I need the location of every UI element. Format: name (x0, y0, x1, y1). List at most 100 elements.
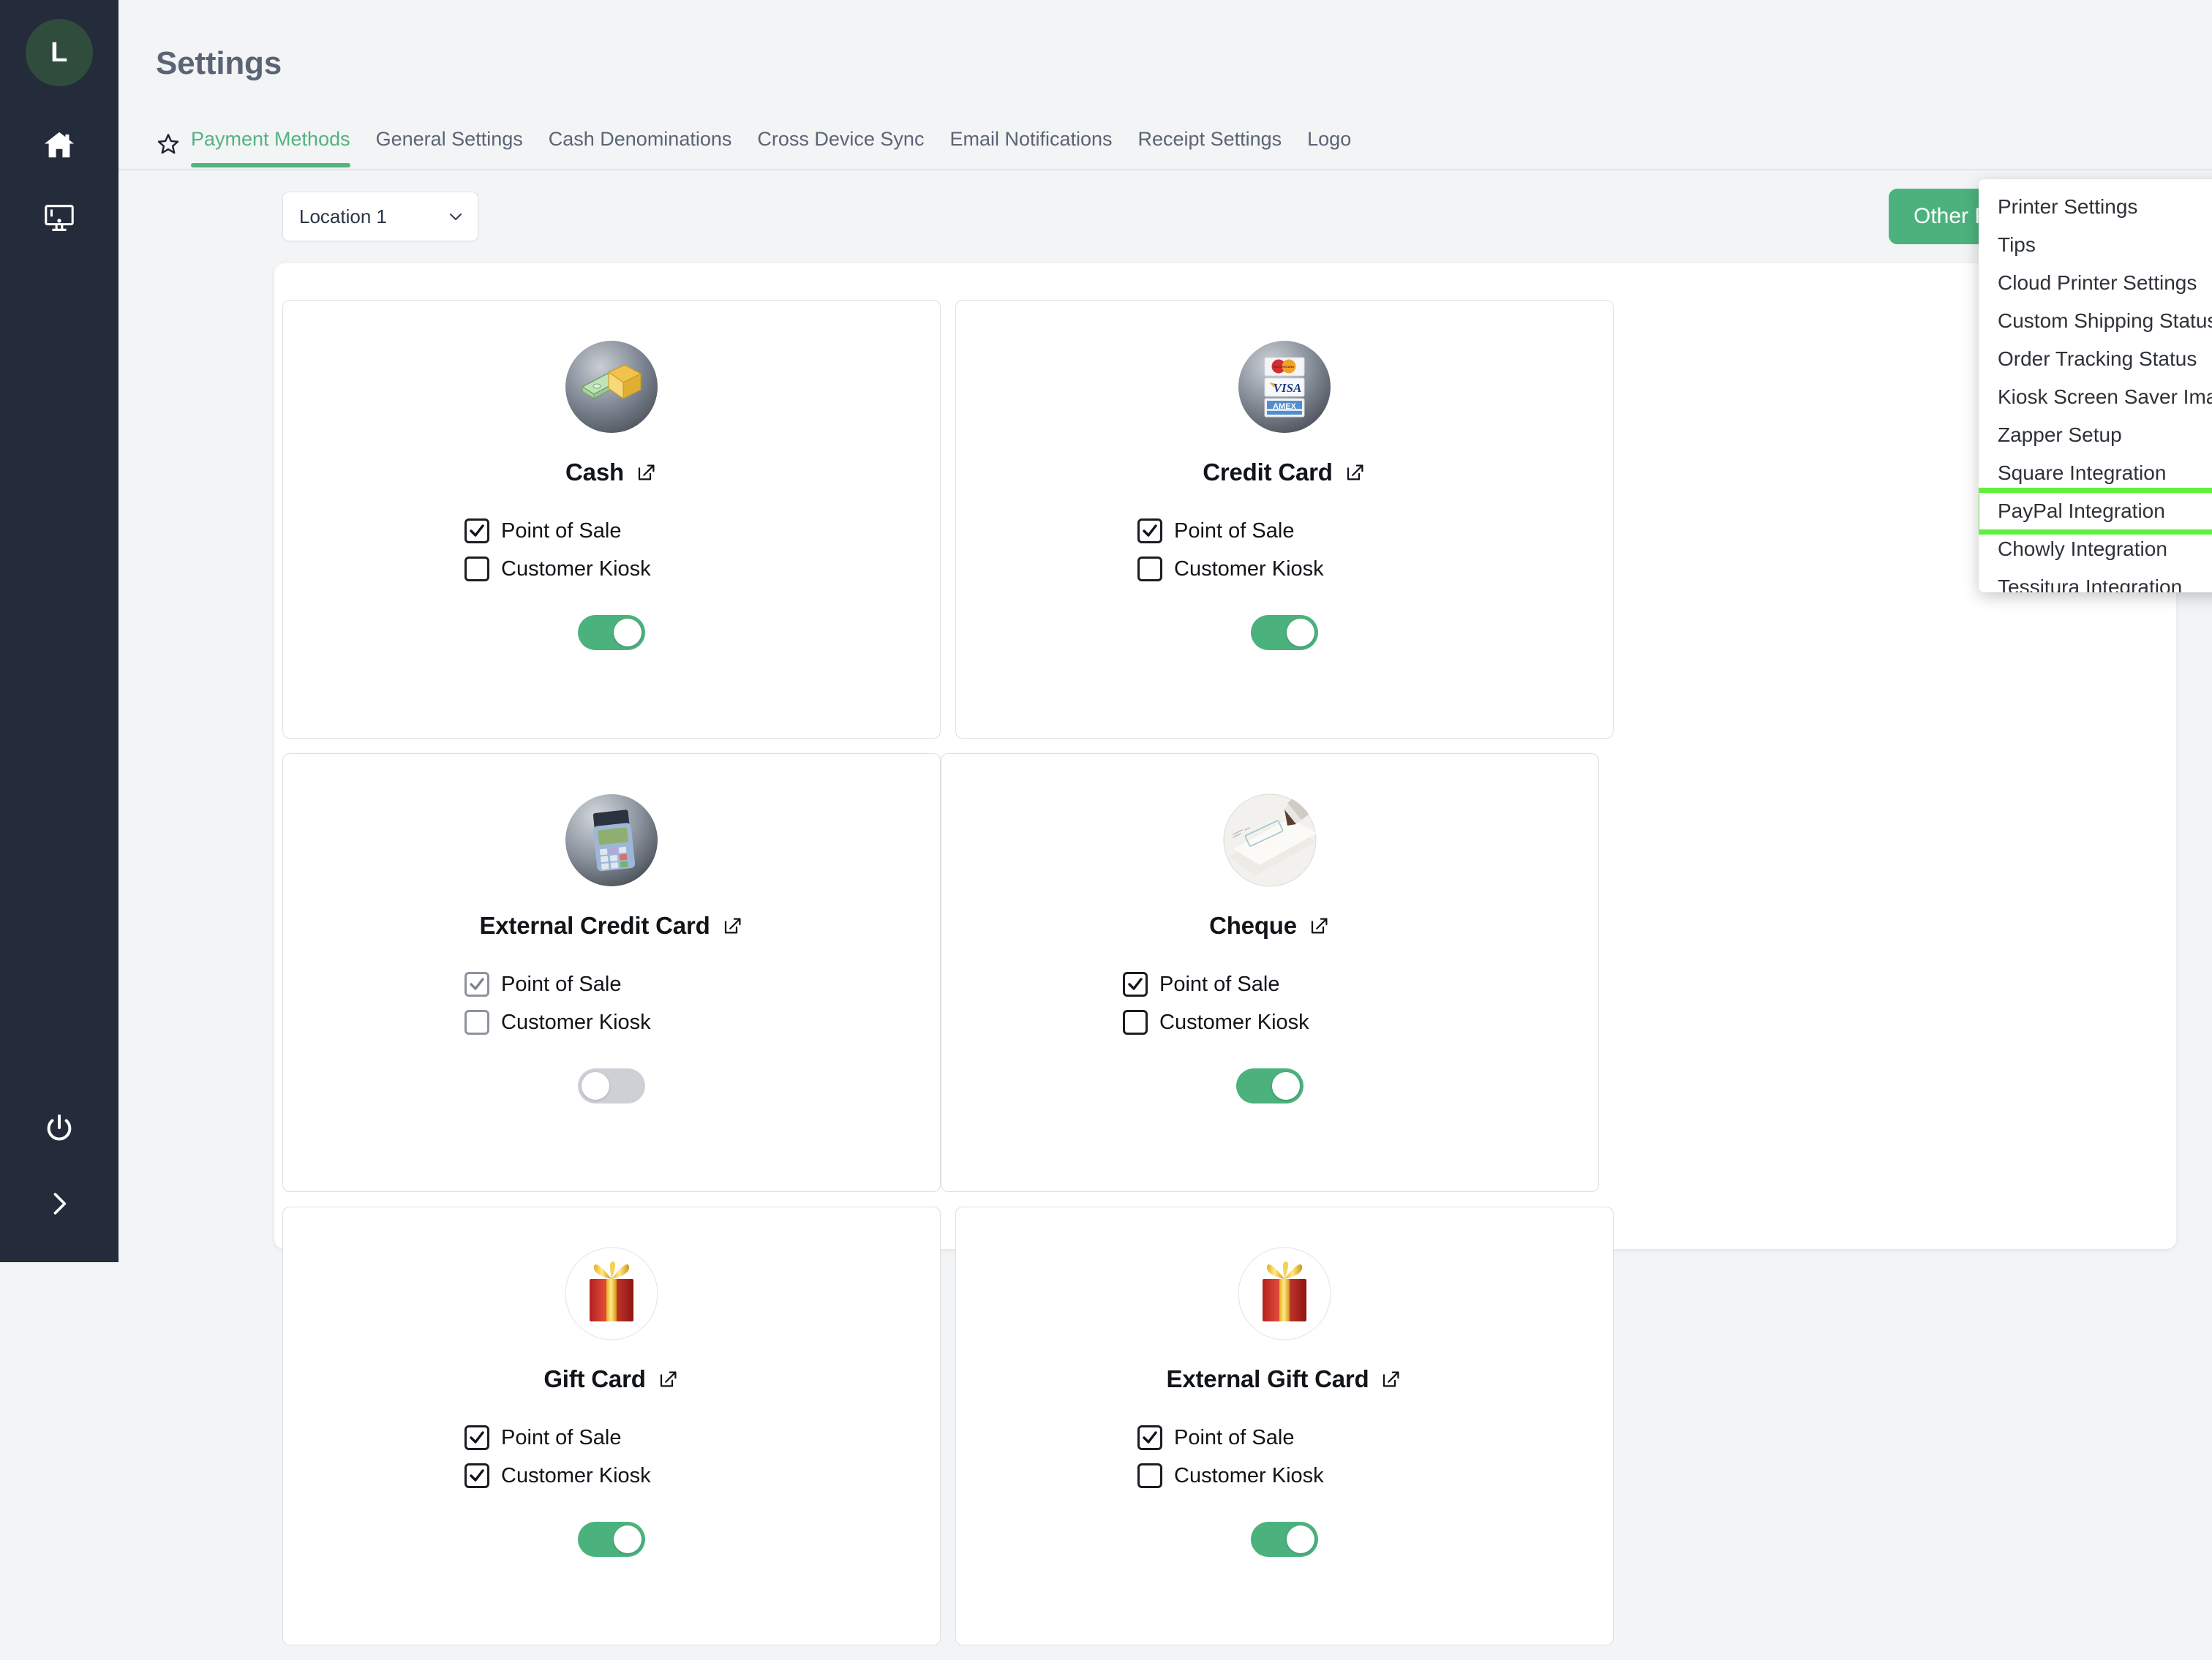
payment-method-card[interactable]: Gift Card Point of Sale (282, 1207, 941, 1645)
checkbox-customer-kiosk[interactable]: Customer Kiosk (1123, 1010, 1309, 1035)
other-settings-dropdown[interactable]: Printer Settings Tips Cloud Printer Sett… (1979, 179, 2212, 592)
checkbox-label: Point of Sale (1174, 519, 1294, 543)
cheque-icon (1223, 793, 1317, 887)
dropdown-item-printer-settings[interactable]: Printer Settings (1979, 188, 2212, 226)
dropdown-item-custom-shipping-status[interactable]: Custom Shipping Status (1979, 302, 2212, 340)
main-content: Settings Payment Methods General Setting… (118, 0, 2212, 1262)
avatar[interactable]: L (26, 19, 93, 86)
tab-receipt-settings[interactable]: Receipt Settings (1138, 128, 1282, 167)
checkbox-customer-kiosk[interactable]: Customer Kiosk (464, 1010, 651, 1035)
checkbox-box (1137, 1463, 1162, 1488)
dropdown-item-paypal-integration[interactable]: PayPal Integration (1979, 492, 2212, 530)
svg-text:VISA: VISA (1274, 381, 1302, 395)
edit-pencil-icon[interactable] (658, 1368, 680, 1390)
gift-box-icon (565, 1247, 658, 1340)
tab-logo[interactable]: Logo (1307, 128, 1351, 167)
tab-general-settings[interactable]: General Settings (376, 128, 523, 167)
location-select-value: Location 1 (299, 205, 387, 228)
dropdown-item-tips[interactable]: Tips (1979, 226, 2212, 264)
payment-method-name: Credit Card (1203, 459, 1333, 486)
payment-methods-grid: Cash Point of Sale Customer Kiosk (282, 300, 2168, 1660)
checkbox-box (464, 972, 489, 997)
payment-method-name: External Gift Card (1167, 1365, 1369, 1393)
dropdown-item-cloud-printer-settings[interactable]: Cloud Printer Settings (1979, 264, 2212, 302)
dropdown-item-chowly-integration[interactable]: Chowly Integration (1979, 530, 2212, 568)
checkbox-point-of-sale[interactable]: Point of Sale (464, 518, 651, 543)
payment-method-name: Cash (565, 459, 624, 486)
payment-method-card[interactable]: External Credit Card Point of Sale Custo (282, 753, 941, 1192)
payment-method-name: External Credit Card (479, 912, 710, 940)
monitor-icon[interactable] (30, 189, 89, 247)
edit-pencil-icon[interactable] (1309, 915, 1331, 937)
checkbox-label: Point of Sale (1159, 973, 1279, 997)
expand-sidebar-icon[interactable] (30, 1174, 89, 1233)
tab-email-notifications[interactable]: Email Notifications (949, 128, 1112, 167)
checkbox-customer-kiosk[interactable]: Customer Kiosk (1137, 557, 1324, 581)
location-select[interactable]: Location 1 (282, 192, 478, 241)
star-icon[interactable] (156, 132, 181, 156)
enable-toggle[interactable] (1251, 1522, 1318, 1557)
checkbox-box (464, 1425, 489, 1450)
sidebar: L (0, 0, 118, 1262)
dropdown-item-tessitura-integration[interactable]: Tessitura Integration (1979, 568, 2212, 592)
edit-pencil-icon[interactable] (636, 461, 658, 483)
checkbox-box (1123, 972, 1148, 997)
credit-cards-icon: MASTERCARD VISA AMEX (1238, 340, 1331, 434)
edit-pencil-icon[interactable] (1344, 461, 1366, 483)
dropdown-item-order-tracking-status[interactable]: Order Tracking Status (1979, 340, 2212, 378)
payment-method-card[interactable]: MASTERCARD VISA AMEX Credit Card (955, 300, 1614, 739)
tab-cash-denominations[interactable]: Cash Denominations (549, 128, 732, 167)
gift-box-icon (1238, 1247, 1331, 1340)
payment-method-title: Gift Card (543, 1365, 679, 1393)
dropdown-item-square-integration[interactable]: Square Integration (1979, 454, 2212, 492)
checkbox-point-of-sale[interactable]: Point of Sale (1137, 1425, 1324, 1450)
toggle-knob (1287, 1525, 1314, 1553)
enable-toggle[interactable] (578, 615, 645, 650)
payment-method-title: Cheque (1209, 912, 1331, 940)
checkbox-point-of-sale[interactable]: Point of Sale (1137, 518, 1324, 543)
payment-method-title: External Credit Card (479, 912, 743, 940)
channel-checkboxes: Point of Sale Customer Kiosk (1123, 972, 1309, 1035)
payment-method-title: Credit Card (1203, 459, 1366, 486)
checkbox-box (464, 1463, 489, 1488)
checkbox-box (1123, 1010, 1148, 1035)
checkbox-point-of-sale[interactable]: Point of Sale (464, 972, 651, 997)
checkbox-customer-kiosk[interactable]: Customer Kiosk (464, 1463, 651, 1488)
payment-method-card[interactable]: Cheque Point of Sale Customer Kiosk (941, 753, 1599, 1192)
checkbox-label: Point of Sale (501, 973, 621, 997)
dropdown-item-kiosk-screen-saver-images[interactable]: Kiosk Screen Saver Images (1979, 378, 2212, 416)
checkbox-point-of-sale[interactable]: Point of Sale (464, 1425, 651, 1450)
payment-method-card[interactable]: Cash Point of Sale Customer Kiosk (282, 300, 941, 739)
checkbox-label: Point of Sale (501, 519, 621, 543)
checkbox-box (464, 518, 489, 543)
enable-toggle[interactable] (1236, 1068, 1304, 1103)
checkbox-label: Customer Kiosk (1174, 557, 1324, 581)
power-icon[interactable] (30, 1100, 89, 1158)
edit-pencil-icon[interactable] (722, 915, 744, 937)
page-title: Settings (156, 45, 282, 82)
toggle-knob (1287, 619, 1314, 646)
home-icon[interactable] (30, 116, 89, 174)
toggle-knob (614, 619, 642, 646)
checkbox-label: Customer Kiosk (501, 1011, 651, 1035)
tab-cross-device-sync[interactable]: Cross Device Sync (757, 128, 924, 167)
dropdown-item-zapper-setup[interactable]: Zapper Setup (1979, 416, 2212, 454)
payment-method-name: Gift Card (543, 1365, 645, 1393)
channel-checkboxes: Point of Sale Customer Kiosk (464, 518, 651, 581)
toggle-knob (614, 1525, 642, 1553)
edit-pencil-icon[interactable] (1380, 1368, 1402, 1390)
checkbox-customer-kiosk[interactable]: Customer Kiosk (464, 557, 651, 581)
enable-toggle[interactable] (578, 1068, 645, 1103)
payment-method-card[interactable]: External Gift Card Point of Sale Custome (955, 1207, 1614, 1645)
chevron-down-icon (447, 208, 464, 225)
pos-terminal-icon (565, 793, 658, 887)
checkbox-customer-kiosk[interactable]: Customer Kiosk (1137, 1463, 1324, 1488)
enable-toggle[interactable] (1251, 615, 1318, 650)
enable-toggle[interactable] (578, 1522, 645, 1557)
tab-payment-methods[interactable]: Payment Methods (191, 128, 350, 167)
checkbox-point-of-sale[interactable]: Point of Sale (1123, 972, 1309, 997)
toggle-knob (582, 1072, 609, 1100)
svg-text:AMEX: AMEX (1273, 402, 1296, 411)
payment-method-name: Cheque (1209, 912, 1297, 940)
toggle-knob (1272, 1072, 1300, 1100)
